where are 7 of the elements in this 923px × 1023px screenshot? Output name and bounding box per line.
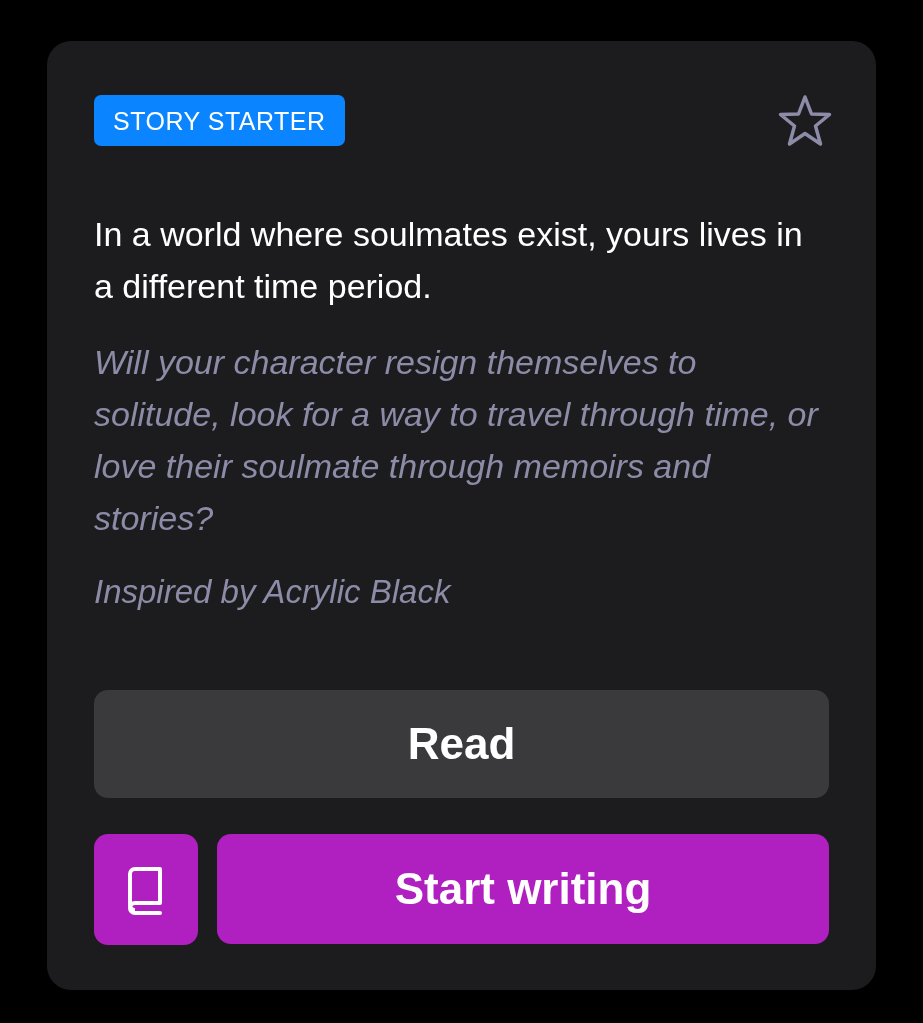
prompt-title: In a world where soulmates exist, yours lives in a different time period. [94,214,804,307]
book-button[interactable] [94,834,198,945]
prompt-description: Will your character resign themselves to solitude, look for a way to travel through time, or love their soulmate through memoirs and stories? [94,342,820,539]
start-writing-button[interactable]: Start writing [217,834,829,944]
read-button[interactable]: Read [94,690,829,798]
category-badge: STORY STARTER [94,95,345,146]
credit-text: Inspired by Acrylic Black [94,572,453,612]
